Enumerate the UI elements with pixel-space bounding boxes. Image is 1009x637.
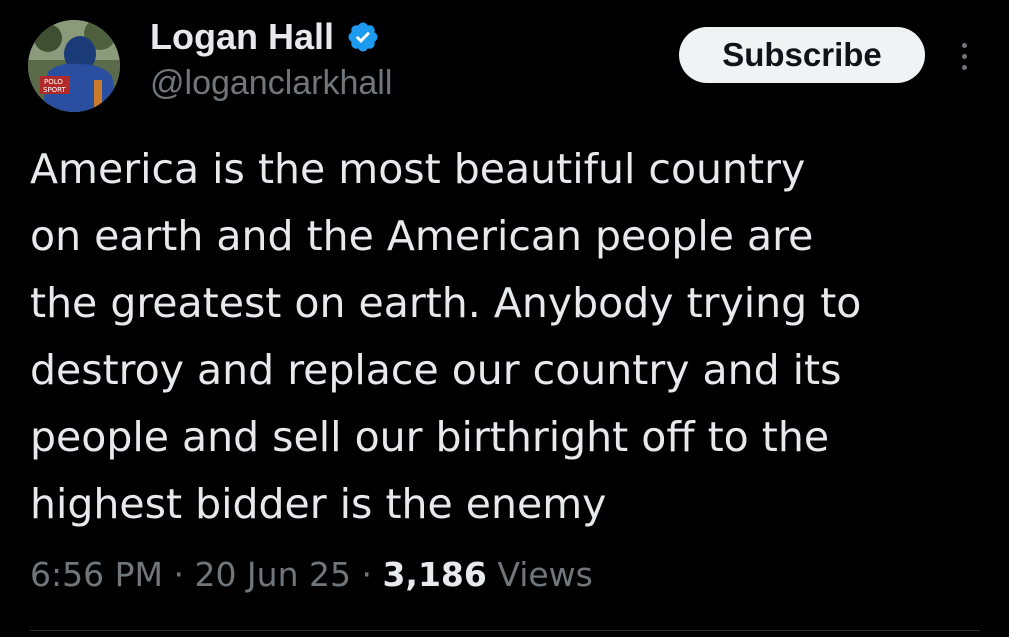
divider (30, 630, 980, 631)
tweet-text-line: people and sell our birthright off to th… (30, 413, 830, 461)
avatar-image: POLO SPORT (28, 20, 120, 112)
more-dot (961, 42, 967, 48)
tweet-date[interactable]: 20 Jun 25 (194, 555, 351, 594)
author-display-name[interactable]: Logan Hall (150, 16, 334, 58)
more-dot (961, 53, 967, 59)
subscribe-button[interactable]: Subscribe (679, 27, 925, 83)
author-handle[interactable]: @loganclarkhall (150, 64, 392, 103)
tweet-meta: 6:56 PM · 20 Jun 25 · 3,186 Views (30, 550, 593, 600)
meta-separator: · (350, 555, 383, 594)
verified-badge-icon[interactable] (346, 20, 380, 54)
tweet-text-line: destroy and replace our country and its (30, 346, 842, 394)
avatar-text-sport: SPORT (43, 86, 67, 94)
more-vertical-icon[interactable] (950, 36, 978, 76)
avatar-text-polo: POLO (44, 78, 63, 86)
tweet-text-line: America is the most beautiful country (30, 145, 806, 193)
views-count: 3,186 (382, 555, 487, 594)
tweet-card: POLO SPORT Logan Hall @loganclarkhall Su… (0, 0, 1009, 637)
author-name-row: Logan Hall (150, 14, 380, 60)
tweet-text: America is the most beautiful country on… (30, 136, 990, 538)
more-dot (961, 64, 967, 70)
tweet-text-line: on earth and the American people are (30, 212, 814, 260)
views-label: Views (486, 555, 593, 594)
tweet-text-line: the greatest on earth. Anybody trying to (30, 279, 862, 327)
meta-separator: · (162, 555, 195, 594)
tweet-time[interactable]: 6:56 PM (30, 555, 163, 594)
tweet-text-line: highest bidder is the enemy (30, 480, 607, 528)
avatar[interactable]: POLO SPORT (28, 20, 120, 112)
